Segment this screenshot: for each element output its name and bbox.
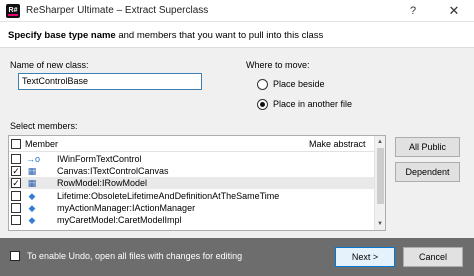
scroll-thumb[interactable] — [377, 148, 384, 204]
class-name-label: Name of new class: — [10, 60, 89, 70]
dialog-header: Specify base type name and members that … — [0, 22, 474, 48]
header-rest-text: and members that you want to pull into t… — [115, 30, 324, 41]
member-name: Canvas:ITextControlCanvas — [57, 166, 169, 177]
dependent-button[interactable]: Dependent — [395, 162, 460, 182]
enable-undo-checkbox[interactable] — [10, 251, 20, 261]
member-row[interactable]: ✓▦RowModel:IRowModel✓ — [9, 177, 375, 190]
field-icon: ◆ — [28, 190, 36, 201]
enable-undo-label[interactable]: To enable Undo, open all files with chan… — [27, 251, 242, 261]
class-name-input[interactable]: TextControlBase — [18, 73, 202, 90]
member-name: Lifetime:ObsoleteLifetimeAndDefinitionAt… — [57, 190, 280, 201]
make-abstract-column-header[interactable]: Make abstract — [309, 139, 366, 149]
member-row[interactable]: ◆ myCaretModel:CaretModelImpl — [9, 214, 375, 226]
place-in-another-file-label[interactable]: Place in another file — [273, 99, 352, 109]
where-to-move-label: Where to move: — [246, 60, 310, 70]
members-scrollbar[interactable]: ▲ ▼ — [374, 136, 385, 230]
select-all-checkbox[interactable] — [11, 139, 21, 149]
header-instruction: Specify base type name and members that … — [8, 30, 323, 41]
member-checkbox[interactable] — [11, 202, 21, 213]
dialog-footer: To enable Undo, open all files with chan… — [0, 238, 474, 276]
place-in-another-file-radio[interactable] — [257, 99, 268, 110]
field-icon: ◆ — [28, 215, 36, 225]
member-checkbox[interactable] — [11, 154, 21, 164]
member-checkbox[interactable] — [11, 190, 21, 201]
scroll-down-arrow-icon[interactable]: ▼ — [375, 219, 385, 229]
member-column-header[interactable]: Member — [25, 139, 58, 149]
member-name: myCaretModel:CaretModelImpl — [57, 215, 182, 225]
member-checkbox[interactable] — [11, 215, 21, 225]
member-row[interactable]: ◆ myActionManager:IActionManager — [9, 202, 375, 214]
property-icon: ▦ — [27, 178, 37, 189]
interface-icon: →o — [26, 154, 41, 164]
place-beside-label[interactable]: Place beside — [273, 79, 325, 89]
window-title: ReSharper Ultimate – Extract Superclass — [26, 5, 209, 16]
member-name: myActionManager:IActionManager — [57, 202, 196, 213]
member-row[interactable]: ◆ Lifetime:ObsoleteLifetimeAndDefinitionA… — [9, 190, 375, 202]
member-name: IWinFormTextControl — [57, 154, 142, 164]
resharper-logo-icon: R# — [6, 4, 20, 18]
place-beside-radio[interactable] — [257, 79, 268, 90]
scroll-up-arrow-icon[interactable]: ▲ — [375, 137, 385, 147]
all-public-button[interactable]: All Public — [395, 137, 460, 157]
make-abstract-checkbox[interactable]: ✓ — [11, 178, 21, 189]
member-name: RowModel:IRowModel — [57, 178, 148, 189]
next-button[interactable]: Next > — [335, 247, 395, 267]
header-bold-text: Specify base type name — [8, 30, 116, 41]
make-abstract-checkbox[interactable]: ✓ — [11, 166, 21, 177]
help-button[interactable]: ? — [406, 3, 420, 19]
cancel-button[interactable]: Cancel — [403, 247, 463, 267]
title-bar: R# ReSharper Ultimate – Extract Supercla… — [0, 0, 474, 22]
close-button[interactable]: ✕ — [444, 2, 464, 20]
members-grid[interactable]: Member Make abstract →o IWinFormTextContr… — [8, 135, 386, 231]
field-icon: ◆ — [28, 202, 36, 213]
property-icon: ▦ — [27, 166, 37, 177]
select-members-label: Select members: — [10, 121, 78, 131]
member-row[interactable]: →o IWinFormTextControl — [9, 153, 375, 165]
members-grid-header: Member Make abstract — [9, 136, 375, 152]
member-row[interactable]: ✓▦Canvas:ITextControlCanvas✓ — [9, 165, 375, 177]
